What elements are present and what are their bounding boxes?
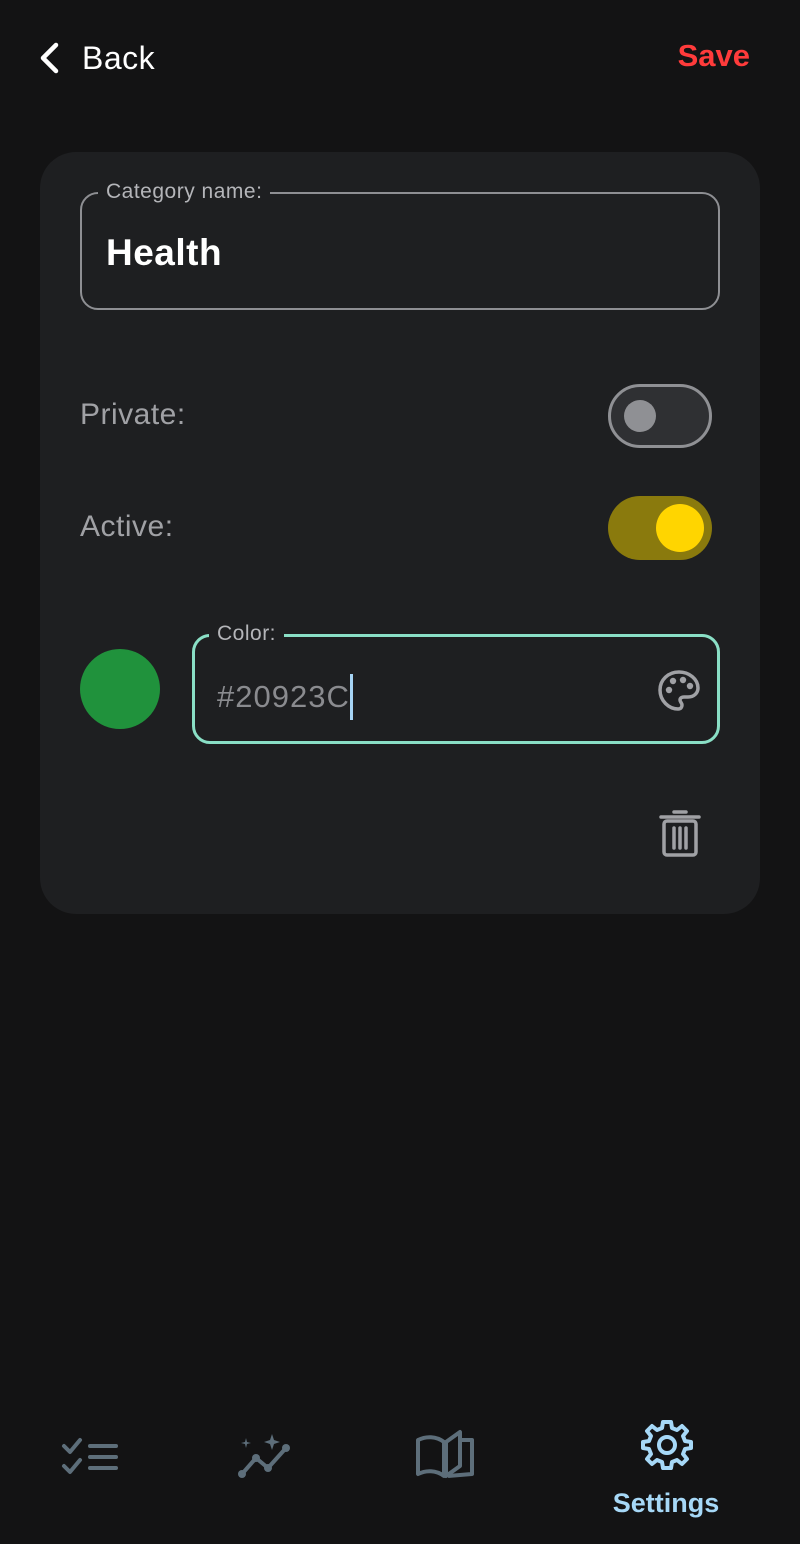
nav-journal[interactable] [414,1428,476,1480]
color-field[interactable]: Color: #20923C [192,621,720,744]
bottom-navigation: Settings [0,1400,800,1544]
nav-settings[interactable]: Settings [596,1416,736,1526]
private-toggle-knob [624,400,656,432]
back-button[interactable]: Back [36,36,155,80]
private-toggle[interactable] [608,384,712,448]
edit-category-screen: Back Save Category name: Health Private:… [0,0,800,1544]
chevron-left-icon [36,41,62,75]
gear-icon [640,1418,694,1472]
insights-icon [236,1434,298,1486]
journal-book-icon [414,1430,476,1484]
color-value-wrap[interactable]: #20923C [217,674,353,720]
color-value: #20923C [217,679,350,714]
category-name-value[interactable]: Health [106,232,222,274]
color-swatch[interactable] [80,649,160,729]
nav-tasks[interactable] [60,1436,120,1480]
category-form-card: Category name: Health Private: Active: C… [40,152,760,914]
active-toggle[interactable] [608,496,712,560]
category-name-label: Category name: [98,179,271,205]
back-label: Back [82,39,156,76]
save-button[interactable]: Save [678,38,750,74]
nav-insights[interactable] [236,1430,298,1482]
delete-icon[interactable] [658,808,702,858]
private-label: Private: [80,398,186,431]
palette-icon[interactable] [657,669,701,713]
color-label: Color: [209,621,285,647]
task-list-icon [60,1438,120,1484]
active-toggle-knob [656,504,704,552]
text-caret [349,674,353,720]
active-label: Active: [80,510,174,543]
nav-settings-label: Settings [612,1488,720,1518]
category-name-field[interactable]: Category name: Health [80,179,720,310]
